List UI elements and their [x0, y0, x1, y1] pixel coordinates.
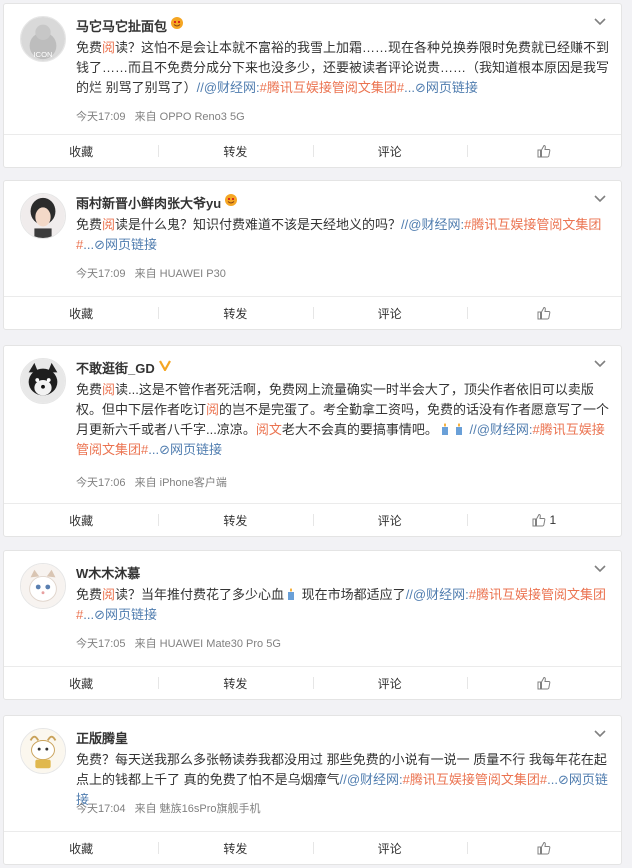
link-icon[interactable]: ⊘ [159, 442, 170, 457]
user-avatar[interactable] [20, 563, 66, 609]
chevron-down-icon[interactable] [593, 17, 607, 27]
link-icon[interactable]: ⊘ [415, 80, 426, 95]
chevron-down-icon[interactable] [593, 729, 607, 739]
action-bar: 收藏 转发 评论 [4, 666, 621, 699]
post-source: 来自 OPPO Reno3 5G [134, 111, 245, 123]
repost-button[interactable]: 转发 [158, 504, 312, 536]
topic-link[interactable]: #腾讯互娱接管阅文集团# [403, 772, 547, 787]
comment-button[interactable]: 评论 [312, 297, 467, 329]
like-button[interactable] [466, 297, 621, 329]
post-time[interactable]: 今天17:06 [76, 477, 126, 489]
comment-button[interactable]: 评论 [312, 504, 467, 536]
post-time[interactable]: 今天17:09 [76, 268, 126, 280]
username[interactable]: 马它马它扯面包 [76, 16, 167, 35]
mention-link[interactable]: //@财经网: [470, 422, 533, 437]
thumbs-up-icon [532, 513, 545, 527]
user-avatar[interactable] [20, 193, 66, 239]
repost-button[interactable]: 转发 [158, 135, 312, 167]
repost-button[interactable]: 转发 [158, 297, 312, 329]
mention-link[interactable]: //@财经网: [406, 587, 469, 602]
link-icon[interactable]: ⊘ [94, 607, 105, 622]
action-bar: 收藏 转发 评论 [4, 134, 621, 167]
user-avatar[interactable] [20, 358, 66, 404]
post-time[interactable]: 今天17:09 [76, 111, 126, 123]
post-card: ICON 马它马它扯面包 免费阅读？这怕不是会让本就不富裕的我雪上加霜……现在各… [3, 3, 622, 168]
repost-button[interactable]: 转发 [158, 667, 312, 699]
username[interactable]: 不敢逛街_GD [76, 358, 155, 377]
like-button[interactable] [466, 832, 621, 864]
candle-emoji-icon [288, 588, 295, 600]
action-bar: 收藏 转发 评论 [4, 296, 621, 329]
post-meta: 今天17:04 来自 魅族16sPro旗舰手机 [76, 800, 267, 816]
post-text: 免费阅读？这怕不是会让本就不富裕的我雪上加霜……现在各种兑换券限时免费就已经赚不… [76, 40, 610, 95]
web-link[interactable]: 网页链接 [426, 80, 478, 95]
web-link[interactable]: 网页链接 [105, 237, 157, 252]
candle-emoji-icon [441, 423, 448, 435]
emoji-smile-icon [171, 16, 184, 34]
post-card: 雨村新晋小鲜肉张大爷yu 免费阅读是什么鬼？知识付费难道不该是天经地义的吗？//… [3, 180, 622, 330]
post-source: 来自 魅族16sPro旗舰手机 [134, 803, 261, 815]
web-link[interactable]: 网页链接 [105, 607, 157, 622]
action-bar: 收藏 转发 评论 1 [4, 503, 621, 536]
candle-emoji-icon [455, 423, 462, 435]
username[interactable]: W木木沐慕 [76, 563, 140, 582]
post-card: 正版腾皇 免费？每天送我那么多张畅读券我都没用过 那些免费的小说有一说一 质量不… [3, 715, 622, 865]
thumbs-up-icon [537, 306, 551, 320]
post-text: 免费阅读...这是不管作者死活啊，免费网上流量确实一时半会大了，顶尖作者依旧可以… [76, 382, 610, 457]
like-button[interactable]: 1 [466, 504, 621, 536]
user-avatar[interactable] [20, 728, 66, 774]
mention-link[interactable]: //@财经网: [197, 80, 260, 95]
post-source: 来自 HUAWEI P30 [134, 268, 226, 280]
svg-text:ICON: ICON [33, 50, 52, 59]
post-meta: 今天17:06 来自 iPhone客户端 [76, 474, 233, 490]
thumbs-up-icon [537, 676, 551, 690]
post-card: W木木沐慕 免费阅读？当年推付费花了多少心血 现在市场都适应了//@财经网:#腾… [3, 550, 622, 700]
chevron-down-icon[interactable] [593, 359, 607, 369]
link-icon[interactable]: ⊘ [558, 772, 569, 787]
topic-link[interactable]: #腾讯互娱接管阅文集团# [260, 80, 404, 95]
thumbs-up-icon [537, 841, 551, 855]
favorite-button[interactable]: 收藏 [4, 297, 158, 329]
action-bar: 收藏 转发 评论 [4, 831, 621, 864]
emoji-smile-icon [225, 193, 238, 211]
like-count: 1 [549, 513, 557, 527]
favorite-button[interactable]: 收藏 [4, 667, 158, 699]
post-source: 来自 iPhone客户端 [134, 477, 227, 489]
comment-button[interactable]: 评论 [312, 667, 467, 699]
post-time[interactable]: 今天17:04 [76, 803, 126, 815]
weibo-comment-feed: ICON 马它马它扯面包 免费阅读？这怕不是会让本就不富裕的我雪上加霜……现在各… [0, 0, 632, 868]
user-avatar[interactable]: ICON [20, 16, 66, 62]
comment-button[interactable]: 评论 [312, 832, 467, 864]
mention-link[interactable]: //@财经网: [401, 217, 464, 232]
favorite-button[interactable]: 收藏 [4, 832, 158, 864]
verified-v-icon [158, 358, 171, 376]
post-meta: 今天17:05 来自 HUAWEI Mate30 Pro 5G [76, 635, 287, 651]
favorite-button[interactable]: 收藏 [4, 135, 158, 167]
post-meta: 今天17:09 来自 OPPO Reno3 5G [76, 108, 251, 124]
repost-button[interactable]: 转发 [158, 832, 312, 864]
chevron-down-icon[interactable] [593, 564, 607, 574]
post-text: 免费阅读是什么鬼？知识付费难道不该是天经地义的吗？//@财经网:#腾讯互娱接管阅… [76, 217, 602, 252]
thumbs-up-icon [537, 144, 551, 158]
post-time[interactable]: 今天17:05 [76, 638, 126, 650]
like-button[interactable] [466, 667, 621, 699]
mention-link[interactable]: //@财经网: [340, 772, 403, 787]
post-source: 来自 HUAWEI Mate30 Pro 5G [134, 638, 281, 650]
link-icon[interactable]: ⊘ [94, 237, 105, 252]
post-meta: 今天17:09 来自 HUAWEI P30 [76, 265, 232, 281]
post-card: 不敢逛街_GD 免费阅读...这是不管作者死活啊，免费网上流量确实一时半会大了，… [3, 345, 622, 537]
username[interactable]: 正版腾皇 [76, 728, 128, 747]
web-link[interactable]: 网页链接 [170, 442, 222, 457]
comment-button[interactable]: 评论 [312, 135, 467, 167]
post-text: 免费阅读？当年推付费花了多少心血 现在市场都适应了//@财经网:#腾讯互娱接管阅… [76, 587, 606, 622]
like-button[interactable] [466, 135, 621, 167]
favorite-button[interactable]: 收藏 [4, 504, 158, 536]
chevron-down-icon[interactable] [593, 194, 607, 204]
username[interactable]: 雨村新晋小鲜肉张大爷yu [76, 193, 221, 212]
